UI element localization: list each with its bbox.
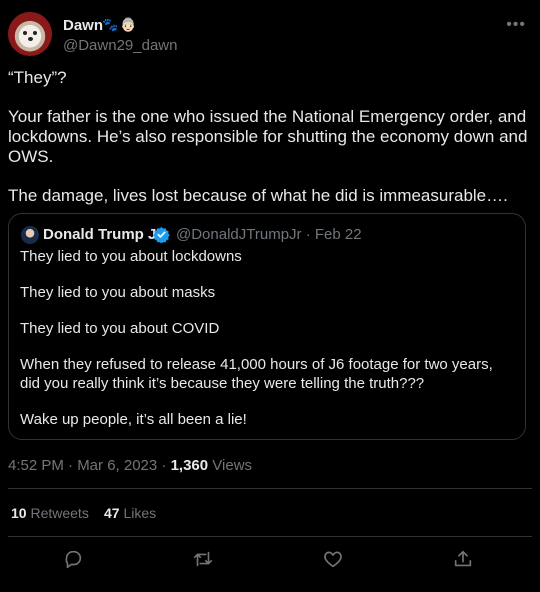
views-label: Views xyxy=(208,457,253,474)
retweets-count: 10 xyxy=(11,505,27,521)
paw-prints-emoji: 🐾 xyxy=(102,17,119,32)
views-count: 1,360 xyxy=(170,457,209,474)
tweet-paragraph: “They”? xyxy=(8,68,67,87)
share-button[interactable] xyxy=(452,548,474,570)
like-button[interactable] xyxy=(322,548,344,570)
reply-icon xyxy=(65,550,82,569)
quoted-paragraph: They lied to you about masks xyxy=(20,284,216,301)
avatar-nose xyxy=(28,37,33,41)
author-display-name[interactable]: Dawn xyxy=(63,17,103,34)
quoted-paragraph: They lied to you about lockdowns xyxy=(20,248,242,265)
author-handle[interactable]: @Dawn29_dawn xyxy=(63,37,177,54)
tweet-author-row: Dawn 🐾 👵🏻 @Dawn29_dawn ••• xyxy=(8,12,532,62)
quoted-handle-date: @DonaldJTrumpJr · Feb 22 xyxy=(176,226,362,243)
divider xyxy=(8,488,532,489)
like-icon xyxy=(324,551,342,568)
likes-stat[interactable]: 47 Likes xyxy=(104,505,156,521)
retweets-label: Retweets xyxy=(26,505,89,521)
tweet-paragraph: Your father is the one who issued the Na… xyxy=(8,107,528,166)
quoted-display-name: Donald Trump Jr. xyxy=(43,226,166,243)
verified-badge-icon xyxy=(153,227,170,243)
quoted-paragraph: They lied to you about COVID xyxy=(20,320,220,337)
more-options-icon[interactable]: ••• xyxy=(506,16,526,34)
retweet-button[interactable] xyxy=(192,548,214,570)
timestamp[interactable]: 4:52 PM · Mar 6, 2023 · xyxy=(8,457,171,474)
quoted-text: They lied to you about lockdowns They li… xyxy=(20,248,516,429)
likes-label: Likes xyxy=(119,505,157,521)
avatar-eye xyxy=(23,31,27,35)
tweet-paragraph: The damage, lives lost because of what h… xyxy=(8,186,508,205)
tweet-text: “They”? Your father is the one who issue… xyxy=(8,68,528,206)
quoted-avatar xyxy=(21,226,39,244)
reply-button[interactable] xyxy=(62,548,84,570)
retweets-stat[interactable]: 10 Retweets xyxy=(11,505,89,521)
quoted-paragraph: When they refused to release 41,000 hour… xyxy=(20,356,493,392)
older-woman-emoji: 👵🏻 xyxy=(120,17,137,32)
share-icon xyxy=(454,550,472,567)
divider xyxy=(8,536,532,537)
retweet-icon xyxy=(193,551,213,567)
action-bar xyxy=(0,548,540,572)
likes-count: 47 xyxy=(104,505,120,521)
avatar[interactable] xyxy=(8,12,52,56)
quoted-paragraph: Wake up people, it’s all been a lie! xyxy=(20,410,247,428)
tweet-meta: 4:52 PM · Mar 6, 2023 · 1,360 Views xyxy=(8,457,252,474)
quoted-tweet[interactable]: Donald Trump Jr. @DonaldJTrumpJr · Feb 2… xyxy=(8,213,526,440)
avatar-eye xyxy=(33,31,37,35)
